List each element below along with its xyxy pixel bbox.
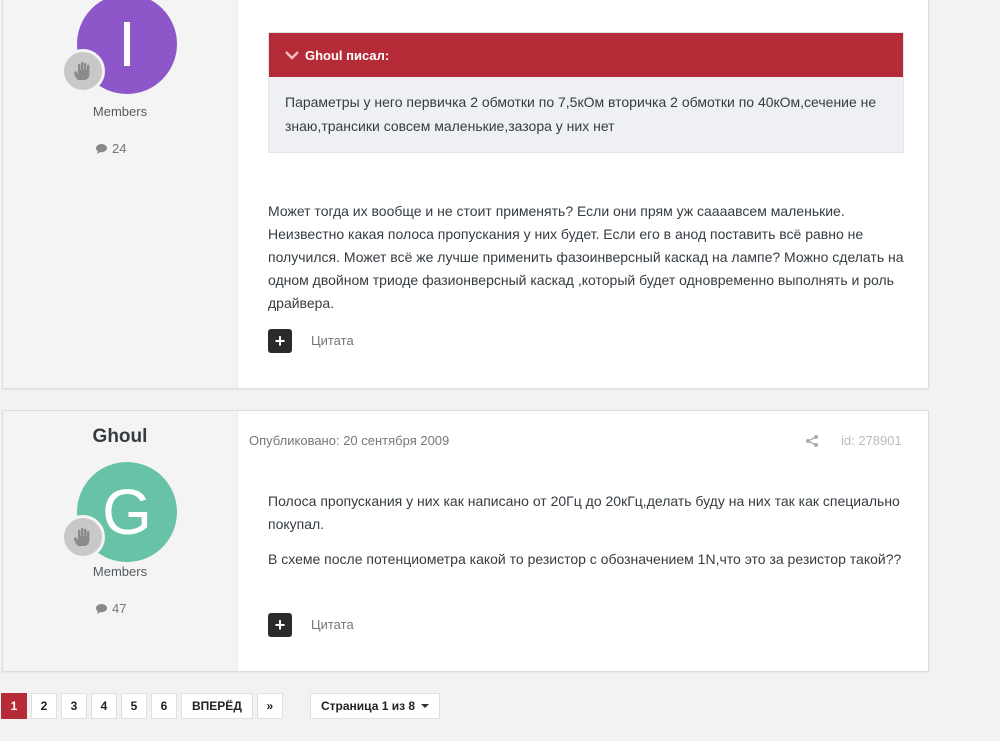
caret-down-icon <box>421 704 430 708</box>
multiquote-button[interactable]: + <box>268 329 292 353</box>
page-3-button[interactable]: 3 <box>61 693 87 719</box>
author-panel: I Members 24 <box>3 0 238 388</box>
page-5-button[interactable]: 5 <box>121 693 147 719</box>
page-jump-dropdown[interactable]: Страница 1 из 8 <box>310 693 441 719</box>
post-content: Может тогда их вообще и не стоит применя… <box>268 200 913 327</box>
post-date[interactable]: Опубликовано: 20 сентября 2009 <box>249 433 449 448</box>
post-id[interactable]: id: 278901 <box>841 433 902 448</box>
member-group: Members <box>92 104 148 119</box>
comment-icon <box>96 603 107 614</box>
post-paragraph: В схеме после потенциометра какой то рез… <box>268 551 902 567</box>
quote-block: Ghoul писал: Параметры у него первичка 2… <box>268 32 904 153</box>
page-jump-label: Страница 1 из 8 <box>321 699 416 713</box>
multiquote-button[interactable]: + <box>268 613 292 637</box>
forum-post: Ghoul G Members 47 Опубликовано: 20 сент… <box>2 410 929 672</box>
author-name[interactable]: Ghoul <box>3 426 237 448</box>
quote-button[interactable]: Цитата <box>311 333 354 348</box>
page-4-button[interactable]: 4 <box>91 693 117 719</box>
quote-author: Ghoul писал: <box>305 47 390 63</box>
last-page-button[interactable]: » <box>256 693 283 719</box>
forum-post: I Members 24 Ghoul писал: Параметры у не… <box>2 0 929 389</box>
rank-badge-icon <box>61 515 105 559</box>
quote-header[interactable]: Ghoul писал: <box>269 33 903 77</box>
comment-icon <box>96 143 107 154</box>
post-count-value: 24 <box>112 141 127 156</box>
page-2-button[interactable]: 2 <box>31 693 57 719</box>
rank-badge-icon <box>61 49 105 93</box>
quote-button[interactable]: Цитата <box>311 617 354 632</box>
chevron-down-icon <box>285 51 299 60</box>
post-content: Полоса пропускания у них как написано от… <box>268 490 913 583</box>
page-6-button[interactable]: 6 <box>151 693 177 719</box>
post-count-value: 47 <box>112 601 127 616</box>
next-page-button[interactable]: ВПЕРЁД <box>181 693 253 719</box>
post-count: 47 <box>95 601 126 616</box>
pagination: 1 2 3 4 5 6 ВПЕРЁД » <box>1 693 283 719</box>
share-icon[interactable] <box>805 434 819 448</box>
post-count: 24 <box>95 141 126 156</box>
post-paragraph: Полоса пропускания у них как написано от… <box>268 493 900 532</box>
quote-text: Параметры у него первичка 2 обмотки по 7… <box>285 94 877 134</box>
post-paragraph: Может тогда их вообще и не стоит применя… <box>268 203 904 311</box>
author-panel: Ghoul G Members 47 <box>3 411 238 671</box>
member-group: Members <box>92 564 148 579</box>
page-1-button[interactable]: 1 <box>1 693 27 719</box>
